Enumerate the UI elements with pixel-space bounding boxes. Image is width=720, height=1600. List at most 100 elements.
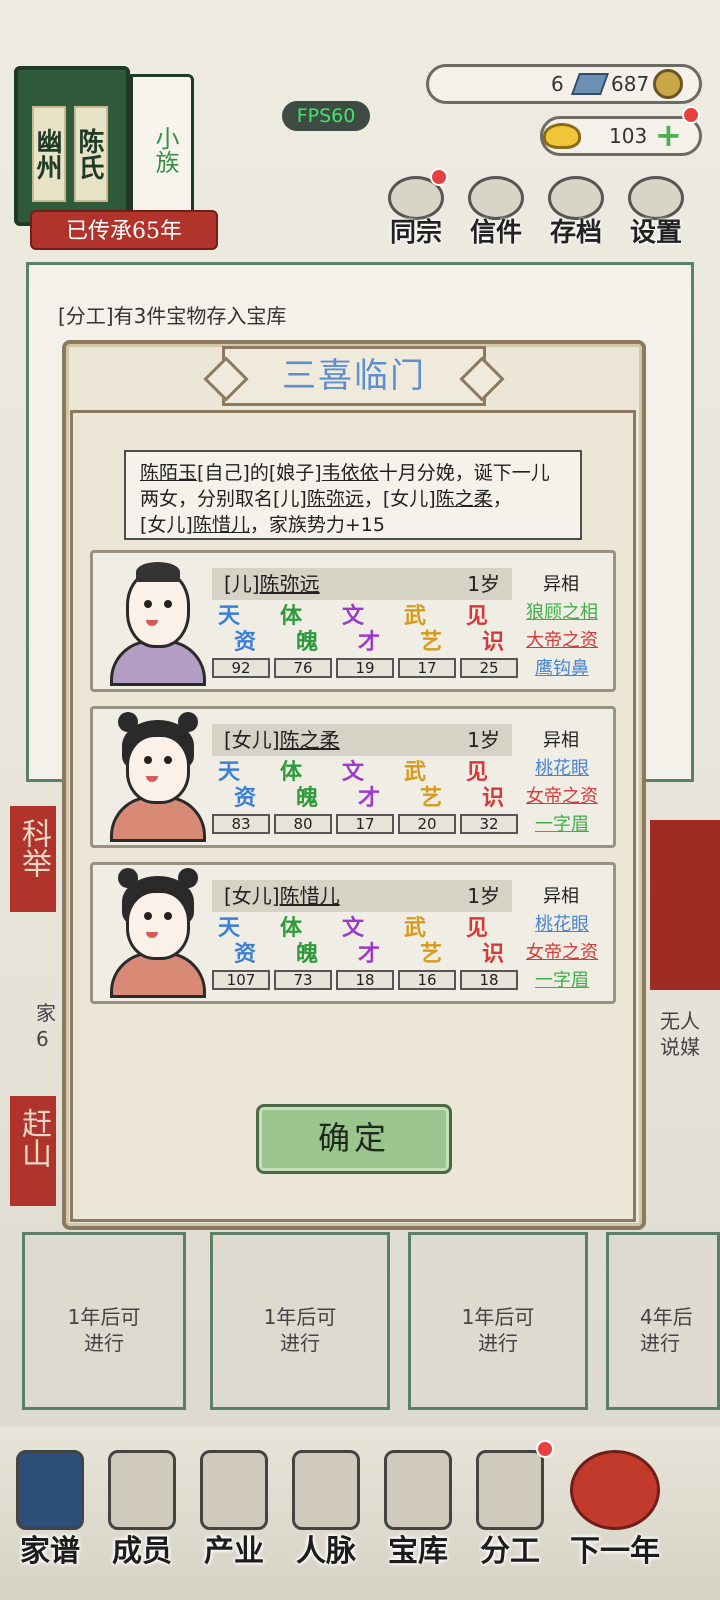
hair-bun <box>178 868 198 888</box>
child-age: 1岁 <box>467 572 500 596</box>
attribute-char: 文 <box>342 603 365 629</box>
attribute-char: 见 <box>466 759 489 785</box>
trait-header: 异相 <box>543 574 579 595</box>
message-text: [自己]的[娘子] <box>197 462 322 484</box>
child-relation: [儿] <box>224 572 260 596</box>
frame-corner <box>70 1180 112 1222</box>
confirm-button-label: 确定 <box>317 1119 390 1157</box>
attribute-char: 才 <box>358 629 381 655</box>
attribute-char: 体 <box>280 915 303 941</box>
eye <box>164 756 172 764</box>
child-relation: [女儿] <box>224 728 280 752</box>
child-link[interactable]: 陈弥远 <box>307 488 364 510</box>
frame-corner <box>594 1180 636 1222</box>
attribute-char: 天 <box>218 915 241 941</box>
attribute-label: 文才 <box>334 760 388 818</box>
attribute-value: 107 <box>212 970 270 990</box>
attribute-value: 25 <box>460 658 518 678</box>
eye <box>164 600 172 608</box>
attribute-char: 武 <box>404 759 427 785</box>
attribute-value: 18 <box>336 970 394 990</box>
attribute-char: 见 <box>466 915 489 941</box>
attribute-label: 见识 <box>458 916 512 974</box>
attribute-char: 文 <box>342 759 365 785</box>
attribute-char: 才 <box>358 785 381 811</box>
trait-link[interactable]: 一字眉 <box>520 966 604 992</box>
trait-link[interactable]: 大帝之资 <box>520 626 604 652</box>
child-name[interactable]: 陈之柔 <box>280 728 340 752</box>
attribute-char: 魄 <box>296 785 319 811</box>
frame-corner <box>70 410 112 452</box>
trait-link[interactable]: 狼顾之相 <box>520 598 604 624</box>
attribute-char: 才 <box>358 941 381 967</box>
attribute-label: 体魄 <box>272 916 326 974</box>
message-text: ，家族势力+15 <box>249 514 385 536</box>
parent-name[interactable]: 陈陌玉 <box>140 462 197 484</box>
attribute-value: 83 <box>212 814 270 834</box>
attribute-value: 80 <box>274 814 332 834</box>
attribute-char: 天 <box>218 759 241 785</box>
attribute-value: 18 <box>460 970 518 990</box>
attribute-char: 艺 <box>420 629 443 655</box>
attribute-char: 资 <box>234 941 257 967</box>
attribute-char: 体 <box>280 603 303 629</box>
attribute-label: 见识 <box>458 604 512 662</box>
child-portrait <box>104 712 212 842</box>
attribute-label: 天资 <box>210 604 264 662</box>
message-text: ， <box>492 488 512 510</box>
message-text: ，[女儿] <box>363 488 436 510</box>
child-name[interactable]: 陈弥远 <box>260 572 320 596</box>
attribute-value: 17 <box>336 814 394 834</box>
attribute-value: 92 <box>212 658 270 678</box>
attribute-value: 73 <box>274 970 332 990</box>
attribute-char: 见 <box>466 603 489 629</box>
eye <box>144 600 152 608</box>
mother-name[interactable]: 韦依依 <box>322 462 379 484</box>
child-link[interactable]: 陈之柔 <box>436 488 493 510</box>
child-name[interactable]: 陈惜儿 <box>280 884 340 908</box>
trait-link[interactable]: 女帝之资 <box>520 938 604 964</box>
frame-corner <box>594 410 636 452</box>
child-relation: [女儿] <box>224 884 280 908</box>
trait-link[interactable]: 桃花眼 <box>520 754 604 780</box>
trait-link[interactable]: 桃花眼 <box>520 910 604 936</box>
attribute-char: 艺 <box>420 941 443 967</box>
attribute-char: 艺 <box>420 785 443 811</box>
attribute-value: 32 <box>460 814 518 834</box>
attribute-char: 资 <box>234 629 257 655</box>
attribute-char: 体 <box>280 759 303 785</box>
attribute-value: 19 <box>336 658 394 678</box>
attribute-char: 武 <box>404 603 427 629</box>
hair-bun <box>118 712 138 732</box>
child-age: 1岁 <box>467 884 500 908</box>
attribute-char: 识 <box>482 629 505 655</box>
attribute-label: 体魄 <box>272 760 326 818</box>
attribute-char: 武 <box>404 915 427 941</box>
face <box>126 734 190 804</box>
attribute-label: 天资 <box>210 760 264 818</box>
trait-link[interactable]: 一字眉 <box>520 810 604 836</box>
child-age: 1岁 <box>467 728 500 752</box>
attribute-value: 17 <box>398 658 456 678</box>
dialog-title: 三喜临门 <box>282 356 426 396</box>
attribute-char: 识 <box>482 941 505 967</box>
attribute-char: 文 <box>342 915 365 941</box>
trait-link[interactable]: 女帝之资 <box>520 782 604 808</box>
hair-bun <box>178 712 198 732</box>
eye <box>164 912 172 920</box>
trait-header: 异相 <box>543 886 579 907</box>
attribute-char: 识 <box>482 785 505 811</box>
attribute-label: 文才 <box>334 604 388 662</box>
hair-bun <box>118 868 138 888</box>
attribute-label: 武艺 <box>396 604 450 662</box>
attribute-label: 武艺 <box>396 916 450 974</box>
message-text: [女儿] <box>140 514 193 536</box>
attribute-value: 20 <box>398 814 456 834</box>
child-portrait <box>104 868 212 998</box>
child-link[interactable]: 陈惜儿 <box>193 514 250 536</box>
attribute-char: 魄 <box>296 629 319 655</box>
attribute-label: 文才 <box>334 916 388 974</box>
event-message: 陈陌玉[自己]的[娘子]韦依依十月分娩，诞下一儿两女，分别取名[儿]陈弥远，[女… <box>124 450 582 540</box>
attribute-value: 76 <box>274 658 332 678</box>
trait-link[interactable]: 鹰钩鼻 <box>520 654 604 680</box>
